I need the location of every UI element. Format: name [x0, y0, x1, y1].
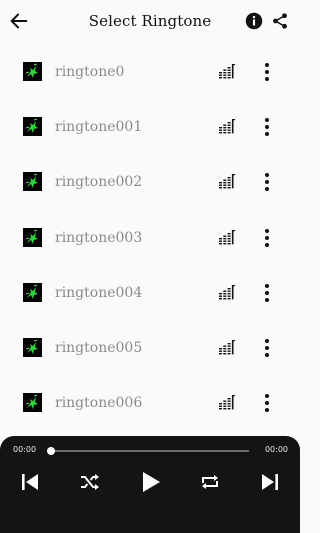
equalizer-icon[interactable] — [219, 118, 235, 134]
ringtone-name: ringtone002 — [55, 174, 143, 191]
current-time: 00:00 — [13, 445, 37, 454]
share-icon[interactable] — [271, 12, 289, 30]
ringtone-thumbnail-icon — [23, 337, 42, 357]
ringtone-name: ringtone006 — [55, 395, 143, 412]
ringtone-item[interactable]: ringtone0 — [0, 45, 300, 100]
ringtone-name: ringtone004 — [55, 284, 143, 301]
equalizer-icon[interactable] — [219, 394, 235, 410]
ringtone-name: ringtone0 — [55, 64, 125, 80]
ringtone-thumbnail-icon — [23, 227, 42, 247]
play-icon[interactable] — [138, 470, 162, 494]
audio-player: 00:00 00:00 — [0, 436, 300, 533]
more-vertical-icon[interactable] — [261, 172, 273, 192]
equalizer-icon[interactable] — [219, 173, 235, 189]
ringtone-name: ringtone001 — [55, 119, 143, 136]
ringtone-thumbnail-icon — [23, 62, 42, 81]
equalizer-icon[interactable] — [219, 63, 235, 79]
total-time: 00:00 — [264, 445, 288, 454]
ringtone-item[interactable]: ringtone001 — [0, 100, 300, 155]
more-vertical-icon[interactable] — [261, 393, 273, 413]
ringtone-thumbnail-icon — [23, 117, 42, 137]
more-vertical-icon[interactable] — [261, 283, 273, 303]
more-vertical-icon[interactable] — [261, 228, 273, 248]
ringtone-thumbnail-icon — [23, 172, 42, 192]
repeat-icon[interactable] — [198, 470, 222, 494]
ringtone-list: ringtone0 ringtone001 ringtone002 ringto… — [0, 45, 300, 431]
ringtone-thumbnail-icon — [23, 393, 42, 413]
seek-bar-thumb[interactable] — [47, 447, 55, 455]
more-vertical-icon[interactable] — [261, 62, 273, 82]
ringtone-name: ringtone003 — [55, 229, 143, 246]
info-icon[interactable] — [245, 12, 263, 30]
ringtone-item[interactable]: ringtone002 — [0, 155, 300, 210]
more-vertical-icon[interactable] — [261, 338, 273, 358]
more-vertical-icon[interactable] — [261, 117, 273, 137]
ringtone-item[interactable]: ringtone004 — [0, 266, 300, 321]
skip-previous-icon[interactable] — [18, 470, 42, 494]
equalizer-icon[interactable] — [219, 284, 235, 300]
app-bar: Select Ringtone — [0, 0, 300, 44]
equalizer-icon[interactable] — [219, 339, 235, 355]
ringtone-item[interactable]: ringtone006 — [0, 376, 300, 431]
shuffle-icon[interactable] — [78, 470, 102, 494]
ringtone-name: ringtone005 — [55, 339, 143, 356]
skip-next-icon[interactable] — [258, 470, 282, 494]
ringtone-item[interactable]: ringtone005 — [0, 321, 300, 376]
ringtone-item[interactable]: ringtone003 — [0, 211, 300, 266]
ringtone-thumbnail-icon — [23, 282, 42, 302]
equalizer-icon[interactable] — [219, 229, 235, 245]
seek-bar[interactable] — [47, 447, 249, 455]
